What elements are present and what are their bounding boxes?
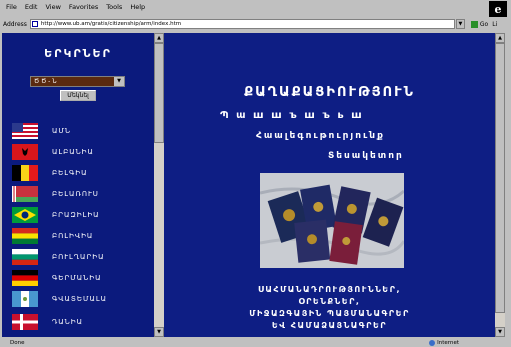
language-label: ԲԵԼԳԻԱ [52, 169, 88, 177]
chevron-down-icon[interactable]: ▼ [114, 77, 124, 86]
list-item[interactable]: ԳԵՐՄԱՆԻԱ [12, 268, 152, 288]
address-url: http://www.ub.am/gratis/citizenship/arm/… [40, 21, 182, 27]
country-select[interactable]: Ծ Ծ - Ն ▼ [30, 76, 125, 87]
bottom-line2: ՕՐԵՆՔՆԵՐ, [298, 297, 361, 306]
scroll-up-icon[interactable]: ▲ [154, 33, 164, 43]
denmark-flag-icon [12, 314, 38, 330]
passports-image [259, 173, 406, 268]
page-content: ԵՐԿՐՆԵՐ Ծ Ծ - Ն ▼ Մեկնել ԱՄՆ ԱԼԲԱՆԻԱ ԲԵԼ… [2, 33, 505, 337]
status-text: Done [10, 339, 25, 346]
bottom-line3: ՄԻՋԱԶԳԱՅԻՆ ՊԱՅՄԱՆԱԳՐԵՐ [249, 309, 410, 318]
security-zone: Internet [429, 339, 459, 346]
language-label: ԲՈԼԻՎԻԱ [52, 232, 94, 240]
bottom-line4: ԵՎ ՀԱՄԱՁԱՅՆԱԳՐԵՐ [271, 321, 388, 330]
page-icon [31, 21, 38, 27]
subtitle-line3: Տեսակետոր [328, 151, 404, 161]
list-item[interactable]: ԲԵԼԱՌՈՒՍ [12, 184, 152, 204]
menu-edit[interactable]: Edit [25, 3, 38, 11]
usa-flag-icon [12, 123, 38, 139]
belarus-flag-icon [12, 186, 38, 202]
list-item[interactable]: ԲՈՒԼՂԱՐԻԱ [12, 247, 152, 267]
language-label: ԲՈՒԼՂԱՐԻԱ [52, 253, 105, 261]
germany-flag-icon [12, 270, 38, 286]
address-dropdown-button[interactable]: ▼ [455, 19, 465, 29]
list-item[interactable]: ԲՐԱԶԻԼԻԱ [12, 205, 152, 225]
language-label: ԱԼԲԱՆԻԱ [52, 148, 94, 156]
left-frame: ԵՐԿՐՆԵՐ Ծ Ծ - Ն ▼ Մեկնել ԱՄՆ ԱԼԲԱՆԻԱ ԲԵԼ… [2, 33, 154, 337]
scroll-up-icon[interactable]: ▲ [495, 33, 505, 43]
language-label: ԱՄՆ [52, 127, 72, 135]
guatemala-flag-icon [12, 291, 38, 307]
subtitle-line1: Պ ա ш ш ъ ш ъ ь ш [220, 110, 364, 121]
menu-tools[interactable]: Tools [106, 3, 122, 11]
menu-favorites[interactable]: Favorites [69, 3, 98, 11]
links-label[interactable]: Li [492, 21, 497, 28]
go-country-button[interactable]: Մեկնել [60, 90, 96, 101]
belgium-flag-icon [12, 165, 38, 181]
language-label: ԲՐԱԶԻԼԻԱ [52, 211, 100, 219]
address-input[interactable]: http://www.ub.am/gratis/citizenship/arm/… [29, 19, 455, 29]
browser-window: File Edit View Favorites Tools Help e Ad… [0, 0, 511, 347]
go-button[interactable]: Go Li [470, 20, 497, 28]
list-item[interactable]: ԲՈԼԻՎԻԱ [12, 226, 152, 246]
list-item[interactable]: ԳՎԱՏԵՄԱԼԱ [12, 289, 152, 309]
right-frame: ՔԱՂԱՔԱՑԻՈՒԹՅՈՒՆ Պ ա ш ш ъ ш ъ ь ш Հաալեգ… [164, 33, 495, 337]
page-title: ՔԱՂԱՔԱՑԻՈՒԹՅՈՒՆ [244, 85, 415, 100]
scrollbar-thumb[interactable] [154, 43, 164, 143]
go-label: Go [479, 20, 489, 28]
status-bar: Done Internet [0, 338, 511, 347]
language-label: ԴԱՆԻԱ [52, 318, 83, 326]
zone-label: Internet [437, 339, 459, 346]
language-label: ԲԵԼԱՌՈՒՍ [52, 190, 99, 198]
menu-view[interactable]: View [45, 3, 60, 11]
language-label: ԳԵՐՄԱՆԻԱ [52, 274, 102, 282]
list-item[interactable]: ԱԼԲԱՆԻԱ [12, 142, 152, 162]
scrollbar-thumb[interactable] [495, 43, 505, 313]
scroll-down-icon[interactable]: ▼ [495, 327, 505, 337]
language-label: ԳՎԱՏԵՄԱԼԱ [52, 295, 107, 303]
bulgaria-flag-icon [12, 249, 38, 265]
country-select-value: Ծ Ծ - Ն [34, 78, 57, 85]
list-item[interactable]: ԱՄՆ [12, 121, 152, 141]
list-item[interactable]: ԲԵԼԳԻԱ [12, 163, 152, 183]
albania-flag-icon [12, 144, 38, 160]
bolivia-flag-icon [12, 228, 38, 244]
go-arrow-icon [470, 20, 478, 28]
scroll-down-icon[interactable]: ▼ [154, 327, 164, 337]
bottom-line1: ՍԱՀՄԱՆԱԴՐՈՒԹՅՈՒՆՆԵՐ, [258, 285, 401, 294]
menu-bar: File Edit View Favorites Tools Help e [0, 0, 511, 19]
menu-file[interactable]: File [6, 3, 17, 11]
left-scrollbar[interactable]: ▲ ▼ [154, 33, 164, 337]
menu-help[interactable]: Help [130, 3, 145, 11]
address-label: Address [3, 20, 27, 28]
countries-title: ԵՐԿՐՆԵՐ [44, 47, 112, 60]
subtitle-line2: Հաալեգութուրյունք [256, 131, 385, 141]
globe-icon [429, 339, 436, 346]
brazil-flag-icon [12, 207, 38, 223]
list-item[interactable]: ԴԱՆԻԱ [12, 312, 152, 332]
right-scrollbar[interactable]: ▲ ▼ [495, 33, 505, 337]
address-bar: Address http://www.ub.am/gratis/citizens… [0, 17, 511, 31]
